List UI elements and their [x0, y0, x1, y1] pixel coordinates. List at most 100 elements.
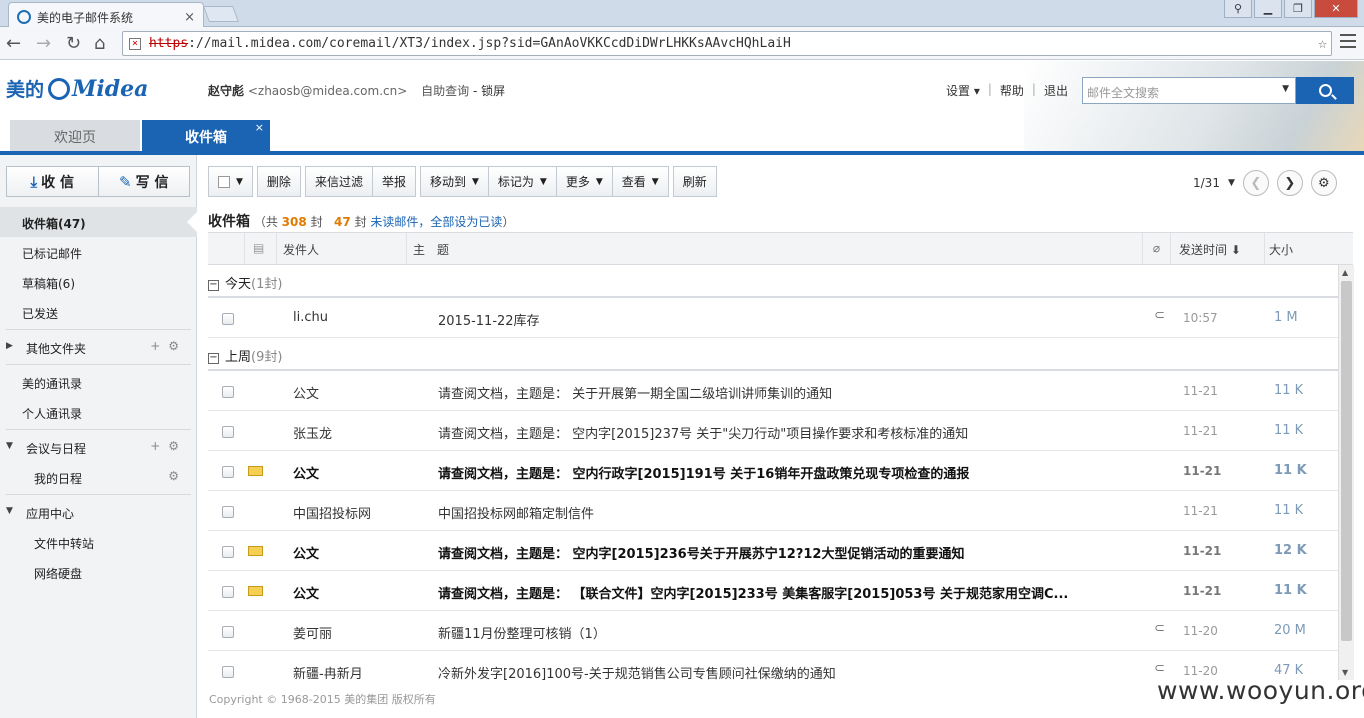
attachment-icon[interactable]: ⌀ — [1142, 233, 1170, 264]
mark-as-button[interactable]: 标记为 ▼ — [488, 166, 557, 197]
collapse-icon[interactable]: ▼ — [6, 441, 13, 451]
tab-welcome[interactable]: 欢迎页 — [10, 120, 140, 151]
sidebar-item-midea-contacts[interactable]: 美的通讯录 — [0, 367, 197, 397]
select-all-checkbox[interactable] — [218, 175, 230, 188]
tab-close-icon[interactable]: × — [184, 10, 195, 25]
folder-actions[interactable]: +⚙ — [150, 339, 187, 353]
scroll-thumb[interactable] — [1341, 281, 1352, 641]
prev-page-icon[interactable]: ❮ — [1242, 170, 1269, 196]
row-checkbox[interactable] — [222, 426, 234, 438]
row-subject[interactable]: 请查阅文档，主题是： 空内字[2015]237号 关于"尖刀行动"项目操作要求和… — [438, 423, 1138, 442]
move-to-button[interactable]: 移动到 ▼ — [419, 166, 489, 197]
more-button[interactable]: 更多 ▼ — [556, 166, 613, 197]
scroll-up-icon[interactable]: ▲ — [1342, 268, 1348, 277]
col-subject[interactable]: 主 题 — [406, 233, 1142, 264]
table-row[interactable]: 公文 请查阅文档，主题是： 空内行政字[2015]191号 关于16销年开盘政策… — [208, 451, 1338, 491]
close-window-icon[interactable]: ✕ — [1314, 0, 1358, 18]
sidebar-item-meetings[interactable]: ▼ 会议与日程 +⚙ — [0, 432, 197, 462]
collapse-icon[interactable]: ▼ — [6, 506, 13, 516]
table-row[interactable]: 公文 请查阅文档，主题是： 空内字[2015]236号关于开展苏宁12?12大型… — [208, 531, 1338, 571]
insecure-lock-icon[interactable]: × — [129, 38, 141, 50]
row-subject[interactable]: 2015-11-22库存 — [438, 310, 1138, 329]
list-scrollbar[interactable]: ▲ ▼ — [1338, 265, 1354, 680]
sidebar-item-flagged[interactable]: 已标记邮件 — [0, 237, 197, 267]
browser-menu-icon[interactable] — [1340, 34, 1356, 48]
row-subject[interactable]: 请查阅文档，主题是： 空内行政字[2015]191号 关于16销年开盘政策兑现专… — [438, 463, 1138, 482]
row-subject[interactable]: 中国招投标网邮箱定制信件 — [438, 503, 1138, 522]
table-row[interactable]: 姜可丽 新疆11月份整理可核销（1） ⊂ 11-20 20 M — [208, 611, 1338, 651]
sidebar-item-net-disk[interactable]: 网络硬盘 — [0, 557, 197, 587]
help-link[interactable]: 帮助 — [1000, 82, 1024, 99]
row-checkbox[interactable] — [222, 626, 234, 638]
row-subject[interactable]: 请查阅文档，主题是： 【联合文件】空内字[2015]233号 美集客服字[201… — [438, 583, 1138, 602]
group-last-week[interactable]: − 上周(9封) — [208, 338, 1338, 371]
collapse-icon[interactable]: − — [208, 280, 219, 291]
sidebar-item-other-folders[interactable]: ▶ 其他文件夹 +⚙ — [0, 332, 197, 362]
sidebar-item-my-calendar[interactable]: 我的日程 ⚙ — [0, 462, 197, 492]
receive-button[interactable]: ⤓ 收 信 — [7, 167, 98, 196]
select-all-dropdown[interactable]: ▼ — [208, 166, 253, 197]
col-size[interactable]: 大小 — [1264, 233, 1353, 264]
url-input[interactable]: × https://mail.midea.com/coremail/XT3/ind… — [122, 31, 1332, 56]
delete-button[interactable]: 删除 — [256, 166, 301, 197]
refresh-button[interactable]: 刷新 — [672, 166, 717, 197]
expand-icon[interactable]: ▶ — [6, 341, 13, 351]
restore-icon[interactable]: ❐ — [1284, 0, 1312, 18]
sidebar-item-drafts[interactable]: 草稿箱(6) — [0, 267, 197, 297]
home-icon[interactable]: ⌂ — [94, 33, 105, 54]
next-page-icon[interactable]: ❯ — [1276, 170, 1303, 196]
self-query-link[interactable]: 自助查询 — [421, 84, 469, 98]
gear-icon[interactable]: ⚙ — [168, 469, 187, 483]
sidebar-item-sent[interactable]: 已发送 — [0, 297, 197, 327]
search-dropdown-icon[interactable]: ▼ — [1282, 84, 1289, 94]
forward-icon[interactable]: → — [36, 33, 51, 54]
sidebar-item-personal-contacts[interactable]: 个人通讯录 — [0, 397, 197, 427]
filter-button[interactable]: 来信过滤 — [304, 166, 373, 197]
page-indicator[interactable]: 1/31 — [1193, 176, 1220, 190]
minimize-icon[interactable]: ▁ — [1254, 0, 1282, 18]
table-row[interactable]: li.chu 2015-11-22库存 ⊂ 10:57 1 M — [208, 298, 1338, 338]
gear-icon[interactable]: ⚙ — [1310, 170, 1337, 196]
midea-logo[interactable]: 美的 Midea — [6, 75, 148, 102]
logout-link[interactable]: 退出 — [1044, 82, 1068, 99]
row-subject[interactable]: 冷新外发字[2016]100号-关于规范销售公司专售顾问社保缴纳的通知 — [438, 663, 1138, 680]
row-checkbox[interactable] — [222, 666, 234, 678]
row-checkbox[interactable] — [222, 313, 234, 325]
col-sender[interactable]: 发件人 — [276, 233, 406, 264]
compose-button[interactable]: ✎ 写 信 — [97, 167, 190, 196]
reload-icon[interactable]: ↻ — [66, 33, 81, 54]
calendar-actions[interactable]: +⚙ — [150, 439, 187, 453]
sidebar-item-file-transfer[interactable]: 文件中转站 — [0, 527, 197, 557]
table-row[interactable]: 张玉龙 请查阅文档，主题是： 空内字[2015]237号 关于"尖刀行动"项目操… — [208, 411, 1338, 451]
browser-tab[interactable]: 美的电子邮件系统 × — [8, 2, 204, 28]
mark-all-read-link[interactable]: ，全部设为已读 — [418, 215, 502, 229]
search-input[interactable]: 邮件全文搜索 ▼ — [1082, 77, 1296, 104]
search-button[interactable] — [1296, 77, 1354, 104]
table-row[interactable]: 中国招投标网 中国招投标网邮箱定制信件 11-21 11 K — [208, 491, 1338, 531]
tab-inbox[interactable]: 收件箱 × — [142, 120, 270, 151]
row-checkbox[interactable] — [222, 386, 234, 398]
row-subject[interactable]: 新疆11月份整理可核销（1） — [438, 623, 1138, 642]
new-tab-button[interactable] — [203, 6, 239, 22]
row-checkbox[interactable] — [222, 506, 234, 518]
view-button[interactable]: 查看 ▼ — [612, 166, 669, 197]
row-subject[interactable]: 请查阅文档，主题是： 空内字[2015]236号关于开展苏宁12?12大型促销活… — [438, 543, 1138, 562]
row-checkbox[interactable] — [222, 586, 234, 598]
row-checkbox[interactable] — [222, 546, 234, 558]
star-icon[interactable]: ☆ — [1318, 34, 1327, 52]
page-dropdown-icon[interactable]: ▼ — [1228, 178, 1235, 188]
group-today[interactable]: − 今天(1封) — [208, 265, 1338, 298]
collapse-icon[interactable]: − — [208, 353, 219, 364]
table-row[interactable]: 公文 请查阅文档，主题是： 【联合文件】空内字[2015]233号 美集客服字[… — [208, 571, 1338, 611]
unread-link[interactable]: 未读邮件 — [370, 215, 418, 229]
back-icon[interactable]: ← — [6, 33, 21, 54]
sidebar-item-app-center[interactable]: ▼ 应用中心 — [0, 497, 197, 527]
tab-close-icon[interactable]: × — [255, 121, 264, 134]
lock-screen-link[interactable]: 锁屏 — [481, 84, 505, 98]
row-subject[interactable]: 请查阅文档，主题是： 关于开展第一期全国二级培训讲师集训的通知 — [438, 383, 1138, 402]
user-icon[interactable]: ⚲ — [1224, 0, 1252, 18]
table-row[interactable]: 公文 请查阅文档，主题是： 关于开展第一期全国二级培训讲师集训的通知 11-21… — [208, 371, 1338, 411]
row-checkbox[interactable] — [222, 466, 234, 478]
col-time[interactable]: 发送时间 ⬇ — [1170, 233, 1264, 264]
settings-link[interactable]: 设置 ▾ — [946, 82, 980, 99]
